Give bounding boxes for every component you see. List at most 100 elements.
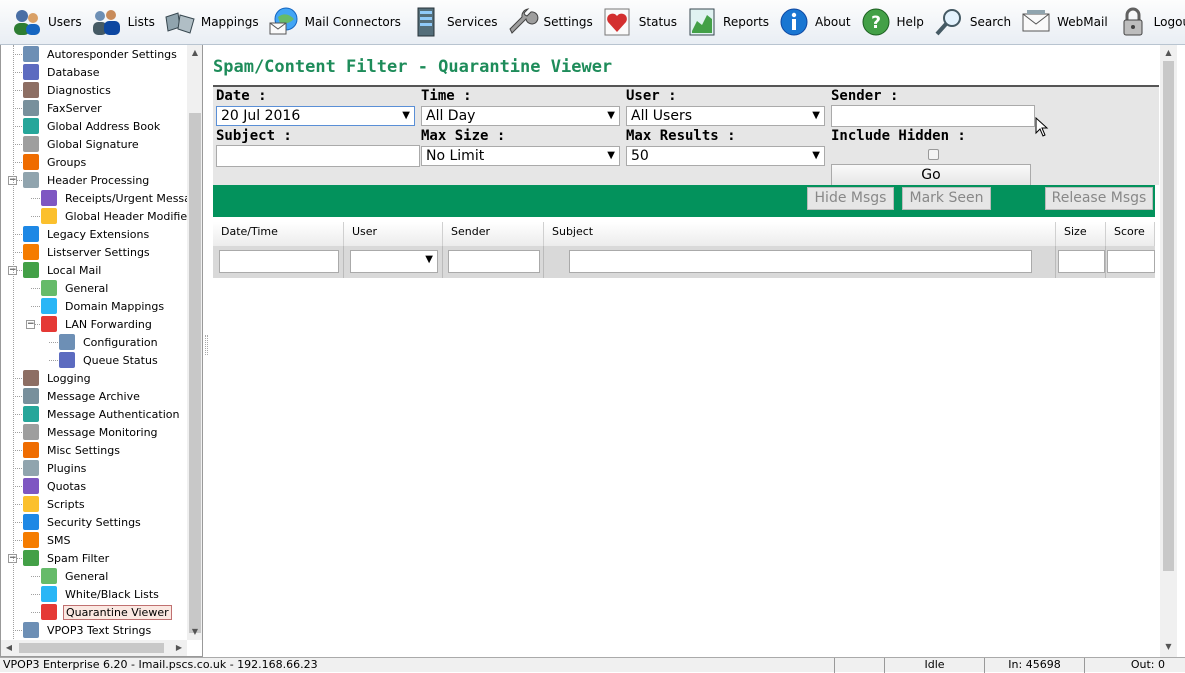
scroll-up-arrow-icon[interactable]: ▲: [187, 45, 202, 61]
tree-item[interactable]: Global Address Book: [23, 117, 162, 135]
date-select[interactable]: 20 Jul 2016 ▼: [216, 106, 415, 126]
tree-item[interactable]: General: [41, 279, 110, 297]
tree-item[interactable]: Message Archive: [23, 387, 142, 405]
logout-button[interactable]: Logout: [1114, 2, 1185, 42]
tree-item-label: Header Processing: [47, 173, 150, 187]
lists-button[interactable]: Lists: [88, 2, 161, 42]
scroll-down-arrow-icon[interactable]: ▼: [187, 624, 202, 640]
include-hidden-checkbox[interactable]: [928, 149, 939, 160]
scroll-up-arrow-icon[interactable]: ▲: [1160, 45, 1177, 61]
tree-horizontal-scrollbar[interactable]: ◀ ▶: [1, 640, 187, 656]
mail-connectors-label: Mail Connectors: [304, 15, 401, 29]
tree-scroll-thumb[interactable]: [189, 113, 201, 633]
services-button[interactable]: Services: [407, 2, 504, 42]
sender-filter-input[interactable]: [448, 250, 540, 273]
tree-item[interactable]: Global Signature: [23, 135, 141, 153]
scroll-down-arrow-icon[interactable]: ▼: [1160, 639, 1177, 655]
tree-hscroll-thumb[interactable]: [19, 643, 164, 653]
page-title: Spam/Content Filter - Quarantine Viewer: [213, 57, 613, 77]
tree-item[interactable]: Local Mail: [23, 261, 103, 279]
about-button[interactable]: About: [775, 2, 856, 42]
mappings-button[interactable]: Mappings: [161, 2, 265, 42]
tree-item[interactable]: Misc Settings: [23, 441, 122, 459]
max-results-select[interactable]: 50 ▼: [626, 146, 825, 166]
services-label: Services: [446, 15, 498, 29]
collapse-toggle-icon[interactable]: −: [26, 320, 35, 329]
main-scroll-thumb[interactable]: [1163, 61, 1174, 571]
webmail-button[interactable]: WebMail: [1017, 2, 1114, 42]
mail-connectors-button[interactable]: Mail Connectors: [265, 2, 407, 42]
scroll-right-arrow-icon[interactable]: ▶: [171, 640, 187, 656]
mail-connectors-icon: [267, 5, 301, 39]
tree-item[interactable]: Groups: [23, 153, 88, 171]
tree-connector: [13, 504, 22, 505]
tree-item[interactable]: Security Settings: [23, 513, 143, 531]
tree-item-label: Autoresponder Settings: [47, 47, 177, 61]
tree-item[interactable]: VPOP3 Text Strings: [23, 621, 153, 639]
tree-item[interactable]: Scripts: [23, 495, 87, 513]
subject-input[interactable]: [216, 145, 420, 167]
main-vertical-scrollbar[interactable]: ▲ ▼: [1160, 45, 1177, 657]
mark-seen-button[interactable]: Mark Seen: [902, 187, 991, 210]
status-button[interactable]: Status: [599, 2, 683, 42]
hide-msgs-button[interactable]: Hide Msgs: [807, 187, 894, 210]
panel-splitter[interactable]: [203, 45, 210, 657]
tree-item[interactable]: General: [41, 567, 110, 585]
user-select[interactable]: All Users ▼: [626, 106, 825, 126]
max-size-select[interactable]: No Limit ▼: [421, 146, 620, 166]
go-button[interactable]: Go: [831, 164, 1031, 186]
column-header-user[interactable]: User: [344, 222, 443, 246]
scroll-left-arrow-icon[interactable]: ◀: [1, 640, 17, 656]
tree-connector: [13, 468, 22, 469]
size-filter-input[interactable]: [1058, 250, 1105, 273]
column-header-size[interactable]: Size: [1056, 222, 1106, 246]
tree-node-icon: [23, 514, 39, 530]
splitter-grip[interactable]: [205, 335, 208, 355]
tree-item[interactable]: LAN Forwarding: [41, 315, 154, 333]
settings-button[interactable]: Settings: [504, 2, 599, 42]
column-header-score[interactable]: Score: [1106, 222, 1155, 246]
tree-item[interactable]: Legacy Extensions: [23, 225, 151, 243]
subject-filter-input[interactable]: [569, 250, 1032, 273]
tree-item[interactable]: Database: [23, 63, 102, 81]
tree-item[interactable]: Plugins: [23, 459, 88, 477]
tree-item[interactable]: Message Authentication: [23, 405, 181, 423]
time-select[interactable]: All Day ▼: [421, 106, 620, 126]
score-filter-input[interactable]: [1107, 250, 1155, 273]
mappings-label: Mappings: [200, 15, 259, 29]
users-button[interactable]: Users: [8, 2, 88, 42]
tree-item[interactable]: Message Monitoring: [23, 423, 160, 441]
tree-item[interactable]: Queue Status: [59, 351, 160, 369]
tree-viewport: Autoresponder Settings Database Diagnostic…: [1, 45, 187, 640]
help-button[interactable]: ? Help: [857, 2, 930, 42]
column-header-sender[interactable]: Sender: [443, 222, 544, 246]
tree-item[interactable]: SMS: [23, 531, 72, 549]
tree-item[interactable]: Quarantine Viewer: [41, 603, 172, 621]
date-time-filter-input[interactable]: [219, 250, 339, 273]
search-button[interactable]: Search: [930, 2, 1017, 42]
tree-item[interactable]: Logging: [23, 369, 93, 387]
about-label: About: [815, 15, 851, 29]
tree-item[interactable]: FaxServer: [23, 99, 104, 117]
date-select-value: 20 Jul 2016: [221, 108, 301, 124]
tree-item[interactable]: Listserver Settings: [23, 243, 152, 261]
column-header-date-time[interactable]: Date/Time: [213, 222, 344, 246]
tree-item[interactable]: Header Processing: [23, 171, 151, 189]
user-label: User :: [626, 88, 677, 104]
reports-button[interactable]: Reports: [683, 2, 775, 42]
sender-input[interactable]: [831, 105, 1035, 127]
tree-item-label: Domain Mappings: [65, 299, 165, 313]
tree-item[interactable]: Configuration: [59, 333, 160, 351]
column-header-subject[interactable]: Subject: [544, 222, 1056, 246]
tree-item[interactable]: Spam Filter: [23, 549, 111, 567]
release-msgs-button[interactable]: Release Msgs: [1045, 187, 1153, 210]
tree-item[interactable]: Global Header Modifiers: [41, 207, 187, 225]
tree-item[interactable]: Quotas: [23, 477, 88, 495]
tree-item[interactable]: Autoresponder Settings: [23, 45, 179, 63]
user-filter-select[interactable]: ▼: [350, 250, 438, 273]
tree-item[interactable]: White/Black Lists: [41, 585, 161, 603]
tree-item[interactable]: Receipts/Urgent Messages: [41, 189, 187, 207]
tree-item[interactable]: Domain Mappings: [41, 297, 166, 315]
tree-item[interactable]: Diagnostics: [23, 81, 113, 99]
tree-vertical-scrollbar[interactable]: ▲ ▼: [187, 45, 202, 640]
